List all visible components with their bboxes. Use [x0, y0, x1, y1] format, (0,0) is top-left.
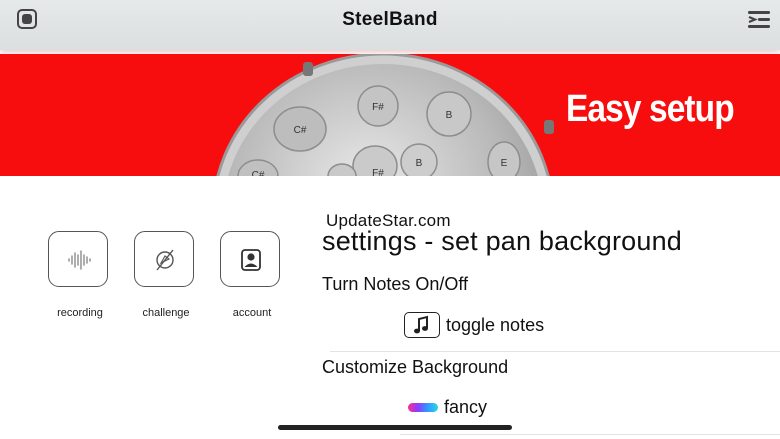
compass-icon	[156, 249, 174, 271]
account-button[interactable]	[220, 231, 280, 287]
divider	[400, 434, 780, 435]
toggle-notes-label: toggle notes	[446, 315, 545, 335]
menu-lines-icon[interactable]	[746, 9, 772, 31]
banner-headline: Easy setup	[566, 88, 735, 130]
pan-note-label: F#	[372, 102, 384, 113]
app-title: SteelBand	[342, 9, 438, 30]
pan-note-label: B	[416, 158, 423, 169]
challenge-label: challenge	[142, 307, 190, 319]
recording-button[interactable]	[48, 231, 108, 287]
recording-label: recording	[57, 307, 103, 319]
challenge-button[interactable]	[134, 231, 194, 287]
pan-note-label: B	[446, 110, 453, 121]
account-label: account	[232, 307, 272, 319]
pan-note-label: E	[501, 158, 508, 169]
person-icon	[241, 249, 261, 271]
fancy-background-option[interactable]: fancy	[444, 397, 487, 418]
pan-note-label: C#	[294, 125, 307, 136]
home-indicator[interactable]	[278, 425, 512, 430]
fancy-swatch-icon[interactable]	[408, 403, 438, 412]
top-bar: SteelBand	[0, 0, 780, 50]
divider	[330, 351, 780, 352]
settings-title: settings - set pan background	[322, 226, 683, 256]
promo-banner: F# B C# B E C# F# Easy setup	[0, 54, 780, 176]
pan-note-label: C#	[252, 170, 265, 176]
music-note-icon	[404, 312, 440, 338]
pan-note-label: F#	[372, 168, 384, 176]
waveform-icon	[68, 250, 91, 270]
notes-section-label: Turn Notes On/Off	[322, 274, 469, 294]
background-section-label: Customize Background	[322, 357, 509, 377]
